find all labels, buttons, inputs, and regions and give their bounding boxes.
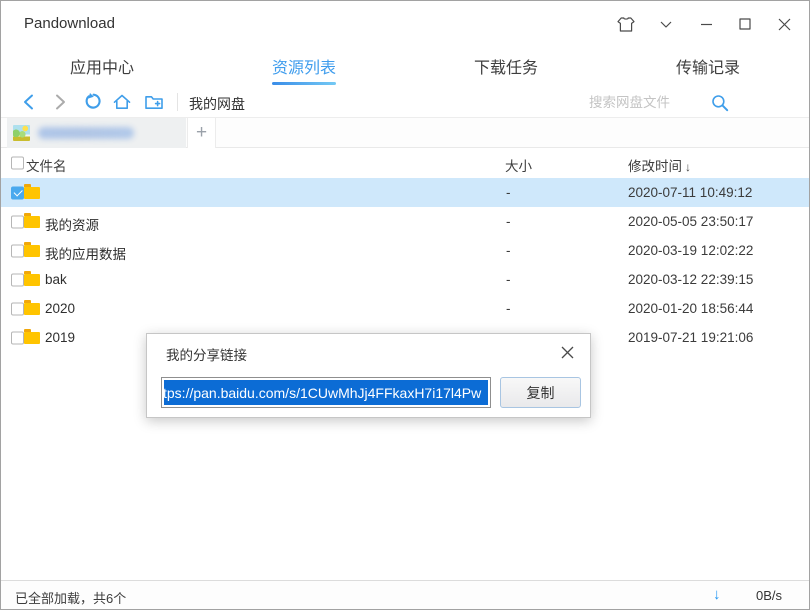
- folder-icon: [24, 274, 40, 286]
- file-modified: 2020-05-05 23:50:17: [628, 214, 753, 229]
- dialog-close-button[interactable]: [557, 342, 577, 362]
- folder-icon: [24, 303, 40, 315]
- forward-icon: [55, 94, 66, 110]
- file-list: - 2020-07-11 10:49:12 我的资源 - 2020-05-05 …: [1, 178, 809, 352]
- download-speed-icon: ↓: [713, 586, 721, 603]
- dialog-title: 我的分享链接: [166, 344, 247, 364]
- file-size: -: [506, 301, 511, 316]
- search-icon: [711, 94, 729, 112]
- table-header: 文件名 大小 修改时间↓: [1, 148, 809, 178]
- file-size: -: [506, 272, 511, 287]
- home-button[interactable]: [109, 89, 135, 115]
- row-checkbox[interactable]: [11, 186, 24, 199]
- table-row[interactable]: 我的应用数据 - 2020-03-19 12:02:22: [1, 236, 809, 265]
- toolbar: 我的网盘: [1, 86, 809, 118]
- sort-desc-icon: ↓: [685, 160, 691, 174]
- file-name[interactable]: 2019: [45, 330, 75, 345]
- search-input[interactable]: [589, 90, 705, 114]
- share-link-input[interactable]: [161, 377, 491, 408]
- new-folder-button[interactable]: [141, 89, 167, 115]
- main-tabs: 应用中心 资源列表 下载任务 传输记录: [1, 46, 809, 86]
- refresh-icon: [83, 93, 101, 111]
- app-title: Pandownload: [24, 15, 115, 32]
- folder-icon: [24, 332, 40, 344]
- window-menu-button[interactable]: [651, 10, 681, 38]
- active-file-tab[interactable]: [7, 118, 186, 148]
- status-message: 已全部加载，共6个: [15, 588, 126, 607]
- header-modified-label: 修改时间: [628, 159, 682, 174]
- table-row[interactable]: bak - 2020-03-12 22:39:15: [1, 265, 809, 294]
- table-row[interactable]: - 2020-07-11 10:49:12: [1, 178, 809, 207]
- table-row[interactable]: 2020 - 2020-01-20 18:56:44: [1, 294, 809, 323]
- redacted-file-name: [38, 127, 134, 139]
- toolbar-divider: [177, 93, 178, 111]
- folder-icon: [24, 216, 40, 228]
- file-modified: 2020-03-19 12:02:22: [628, 243, 753, 258]
- row-checkbox[interactable]: [11, 331, 24, 344]
- back-button[interactable]: [15, 89, 41, 115]
- forward-button[interactable]: [47, 89, 73, 115]
- search-button[interactable]: [707, 90, 733, 116]
- tab-resource-list[interactable]: 资源列表: [203, 46, 405, 86]
- file-name[interactable]: 我的应用数据: [45, 243, 126, 263]
- app-window: Pandownload 应用中心 资源列表 下载任务 传输记录: [0, 0, 810, 610]
- copy-button[interactable]: 复制: [500, 377, 581, 408]
- header-file-name[interactable]: 文件名: [26, 155, 67, 175]
- folder-icon: [24, 245, 40, 257]
- close-button[interactable]: [769, 10, 799, 38]
- select-all-checkbox[interactable]: [11, 157, 24, 170]
- tab-transfer-history[interactable]: 传输记录: [607, 46, 809, 86]
- refresh-button[interactable]: [79, 89, 105, 115]
- new-folder-icon: [145, 95, 163, 110]
- file-modified: 2019-07-21 19:21:06: [628, 330, 753, 345]
- file-thumbnail-icon: [13, 125, 30, 141]
- maximize-button[interactable]: [730, 10, 760, 38]
- chevron-down-icon: [660, 21, 672, 28]
- back-icon: [23, 94, 34, 110]
- row-checkbox[interactable]: [11, 302, 24, 315]
- minimize-button[interactable]: [691, 10, 721, 38]
- statusbar: 已全部加载，共6个 ↓ 0B/s: [1, 580, 809, 609]
- titlebar: Pandownload: [1, 1, 809, 46]
- breadcrumb: 我的网盘: [189, 94, 245, 114]
- close-icon: [778, 18, 791, 31]
- close-icon: [561, 346, 574, 359]
- folder-icon: [24, 187, 40, 199]
- table-row[interactable]: 我的资源 - 2020-05-05 23:50:17: [1, 207, 809, 236]
- file-size: -: [506, 214, 511, 229]
- share-link-dialog: 我的分享链接 复制: [146, 333, 591, 418]
- file-modified: 2020-07-11 10:49:12: [628, 185, 752, 200]
- file-tab-strip: +: [1, 118, 809, 148]
- minimize-icon: [700, 23, 713, 26]
- skin-button[interactable]: [611, 10, 641, 38]
- add-tab-button[interactable]: +: [187, 118, 216, 148]
- header-size[interactable]: 大小: [505, 155, 532, 175]
- file-name[interactable]: bak: [45, 272, 67, 287]
- home-icon: [113, 94, 131, 110]
- download-speed: 0B/s: [756, 588, 782, 603]
- tab-download-tasks[interactable]: 下载任务: [405, 46, 607, 86]
- row-checkbox[interactable]: [11, 244, 24, 257]
- row-checkbox[interactable]: [11, 215, 24, 228]
- tab-app-center[interactable]: 应用中心: [1, 46, 203, 86]
- file-name[interactable]: 2020: [45, 301, 75, 316]
- row-checkbox[interactable]: [11, 273, 24, 286]
- file-size: -: [506, 243, 511, 258]
- file-name[interactable]: 我的资源: [45, 214, 99, 234]
- header-modified[interactable]: 修改时间↓: [628, 155, 691, 175]
- file-size: -: [506, 185, 511, 200]
- file-modified: 2020-01-20 18:56:44: [628, 301, 753, 316]
- file-modified: 2020-03-12 22:39:15: [628, 272, 753, 287]
- tshirt-icon: [617, 17, 635, 32]
- maximize-icon: [739, 18, 751, 30]
